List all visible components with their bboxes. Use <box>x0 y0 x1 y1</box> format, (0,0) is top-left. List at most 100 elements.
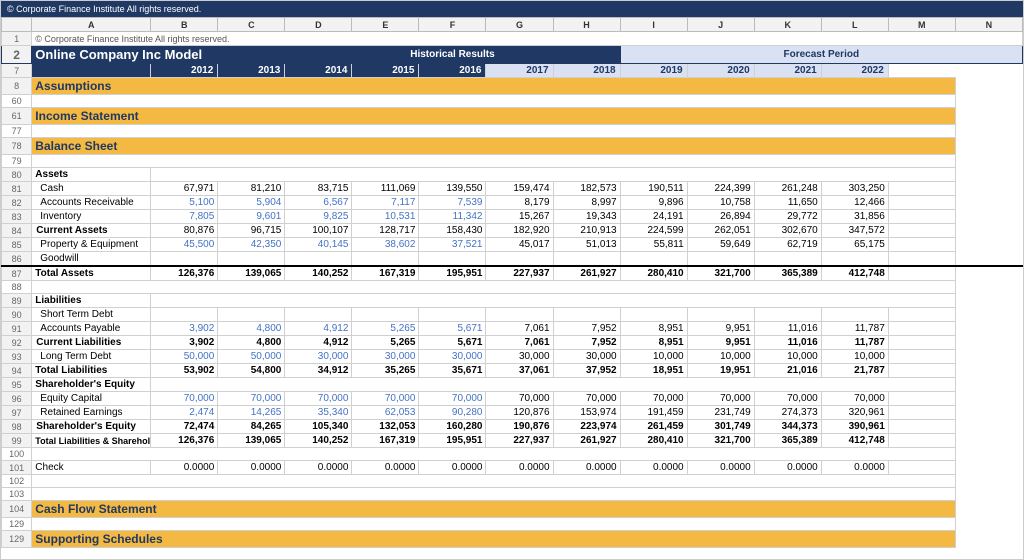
std-2017 <box>486 308 553 322</box>
tlse-2016: 195,951 <box>419 434 486 448</box>
ar-n <box>888 196 955 210</box>
col-header-g: G <box>486 18 553 32</box>
tlse-2015: 167,319 <box>352 434 419 448</box>
rownum-2: 2 <box>2 46 32 64</box>
ltd-label: Long Term Debt <box>32 350 151 364</box>
check-n <box>888 461 955 475</box>
row-82-ar: 82 Accounts Receivable 5,100 5,904 6,567… <box>2 196 1023 210</box>
inv-2016: 11,342 <box>419 210 486 224</box>
year-2016: 2016 <box>419 64 486 78</box>
check-2021: 0.0000 <box>754 461 821 475</box>
ltd-2012: 50,000 <box>151 350 218 364</box>
empty-88 <box>32 281 956 294</box>
gw-n <box>888 252 955 267</box>
ec-2016: 70,000 <box>419 392 486 406</box>
cash-2015: 111,069 <box>352 182 419 196</box>
check-2012: 0.0000 <box>151 461 218 475</box>
col-header-i: I <box>620 18 687 32</box>
std-2022 <box>821 308 888 322</box>
tl-2012: 53,902 <box>151 364 218 378</box>
re-2021: 274,373 <box>754 406 821 420</box>
year-2019: 2019 <box>620 64 687 78</box>
rownum-60: 60 <box>2 95 32 108</box>
col-header-c: C <box>218 18 285 32</box>
check-2018: 0.0000 <box>553 461 620 475</box>
std-2012 <box>151 308 218 322</box>
ta-2013: 139,065 <box>218 266 285 281</box>
equity-empty <box>151 378 956 392</box>
year-header-blank <box>32 64 151 78</box>
ec-2013: 70,000 <box>218 392 285 406</box>
ta-2021: 365,389 <box>754 266 821 281</box>
std-2016 <box>419 308 486 322</box>
ec-2020: 70,000 <box>687 392 754 406</box>
balance-sheet-section: Balance Sheet <box>32 138 956 155</box>
std-label: Short Term Debt <box>32 308 151 322</box>
balance-sheet-row: 78 Balance Sheet <box>2 138 1023 155</box>
inv-n <box>888 210 955 224</box>
ca-2015: 128,717 <box>352 224 419 238</box>
ppe-label: Property & Equipment <box>32 238 151 252</box>
ap-2022: 11,787 <box>821 322 888 336</box>
rownum-95: 95 <box>2 378 32 392</box>
ta-2019: 280,410 <box>620 266 687 281</box>
rownum-94: 94 <box>2 364 32 378</box>
tl-2015: 35,265 <box>352 364 419 378</box>
tl-n <box>888 364 955 378</box>
ca-2017: 182,920 <box>486 224 553 238</box>
empty-103 <box>32 488 956 501</box>
tl-2014: 34,912 <box>285 364 352 378</box>
row-100: 100 <box>2 448 1023 461</box>
inv-2019: 24,191 <box>620 210 687 224</box>
rownum-104: 104 <box>2 501 32 518</box>
supporting-section: Supporting Schedules <box>32 531 956 548</box>
ca-2020: 262,051 <box>687 224 754 238</box>
tl-2018: 37,952 <box>553 364 620 378</box>
income-statement-row: 61 Income Statement <box>2 108 1023 125</box>
tl-label: Total Liabilities <box>32 364 151 378</box>
ar-2014: 6,567 <box>285 196 352 210</box>
ar-2020: 10,758 <box>687 196 754 210</box>
cash-2019: 190,511 <box>620 182 687 196</box>
row-103: 103 <box>2 488 1023 501</box>
rownum-129: 129 <box>2 531 32 548</box>
col-header-e: E <box>352 18 419 32</box>
rownum-77: 77 <box>2 125 32 138</box>
ppe-2015: 38,602 <box>352 238 419 252</box>
set-2015: 132,053 <box>352 420 419 434</box>
rownum-92: 92 <box>2 336 32 350</box>
ltd-2019: 10,000 <box>620 350 687 364</box>
ec-2022: 70,000 <box>821 392 888 406</box>
set-label: Shareholder's Equity <box>32 420 151 434</box>
col-header-h: H <box>553 18 620 32</box>
row-128: 129 <box>2 518 1023 531</box>
gw-2017 <box>486 252 553 267</box>
rownum-88: 88 <box>2 281 32 294</box>
ca-2016: 158,430 <box>419 224 486 238</box>
year-2018: 2018 <box>553 64 620 78</box>
rownum-99: 99 <box>2 434 32 448</box>
row-86-gw: 86 Goodwill <box>2 252 1023 267</box>
check-2016: 0.0000 <box>419 461 486 475</box>
check-2015: 0.0000 <box>352 461 419 475</box>
check-2017: 0.0000 <box>486 461 553 475</box>
year-header-row: 7 2012 2013 2014 2015 2016 2017 2018 201… <box>2 64 1023 78</box>
ppe-2014: 40,145 <box>285 238 352 252</box>
inv-2021: 29,772 <box>754 210 821 224</box>
gw-2018 <box>553 252 620 267</box>
tlse-2021: 365,389 <box>754 434 821 448</box>
std-2014 <box>285 308 352 322</box>
ltd-2015: 30,000 <box>352 350 419 364</box>
rownum-83: 83 <box>2 210 32 224</box>
year-2021: 2021 <box>754 64 821 78</box>
tl-2013: 54,800 <box>218 364 285 378</box>
rownum-82: 82 <box>2 196 32 210</box>
re-2013: 14,265 <box>218 406 285 420</box>
ca-label: Current Assets <box>32 224 151 238</box>
cl-2017: 7,061 <box>486 336 553 350</box>
ca-2021: 302,670 <box>754 224 821 238</box>
tl-2017: 37,061 <box>486 364 553 378</box>
spreadsheet: © Corporate Finance Institute All rights… <box>0 0 1024 560</box>
check-2013: 0.0000 <box>218 461 285 475</box>
re-2020: 231,749 <box>687 406 754 420</box>
